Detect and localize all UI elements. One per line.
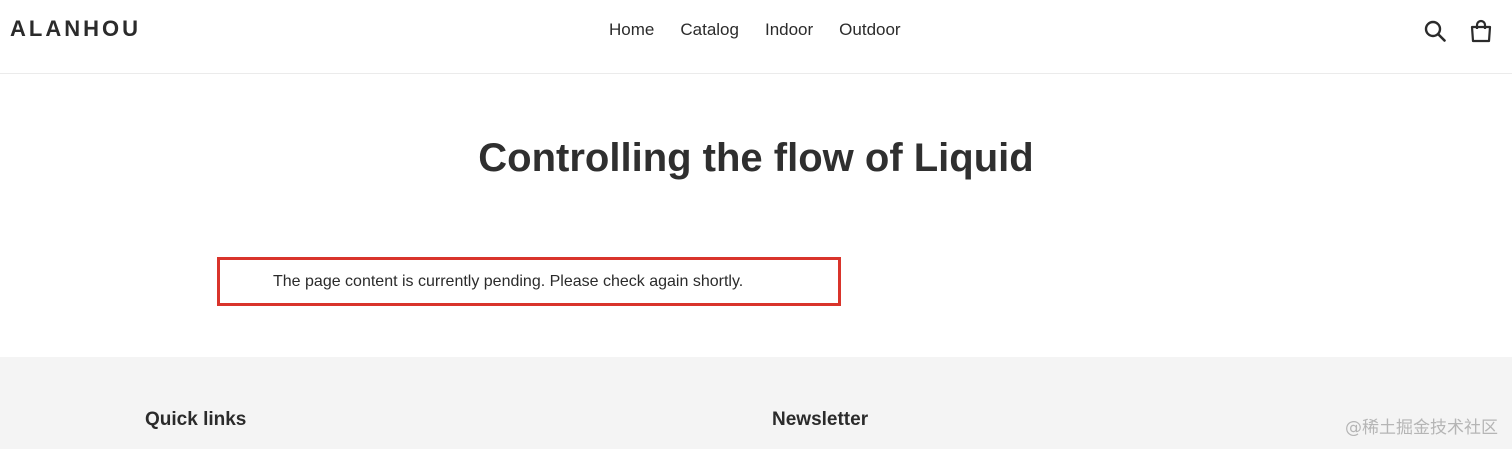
footer-heading-quick-links: Quick links: [145, 409, 247, 430]
header-icons: [1422, 18, 1494, 44]
search-icon[interactable]: [1422, 18, 1448, 44]
nav-link-indoor[interactable]: Indoor: [752, 20, 826, 40]
site-footer: Quick links Newsletter @稀土掘金技术社区: [0, 357, 1512, 449]
page-content-highlight: The page content is currently pending. P…: [217, 257, 841, 306]
page-content-text: The page content is currently pending. P…: [273, 273, 744, 290]
main-nav: Home Catalog Indoor Outdoor: [596, 20, 914, 40]
page-title: Controlling the flow of Liquid: [478, 136, 1034, 180]
site-header: ALANHOU Home Catalog Indoor Outdoor: [0, 0, 1512, 74]
footer-heading-newsletter: Newsletter: [772, 409, 869, 430]
nav-link-outdoor[interactable]: Outdoor: [826, 20, 913, 40]
nav-link-home[interactable]: Home: [596, 20, 667, 40]
site-logo[interactable]: ALANHOU: [10, 16, 141, 42]
main-content: Controlling the flow of Liquid The page …: [0, 74, 1512, 357]
watermark-text: @稀土掘金技术社区: [1345, 418, 1498, 438]
nav-link-catalog[interactable]: Catalog: [667, 20, 752, 40]
cart-icon[interactable]: [1468, 18, 1494, 44]
